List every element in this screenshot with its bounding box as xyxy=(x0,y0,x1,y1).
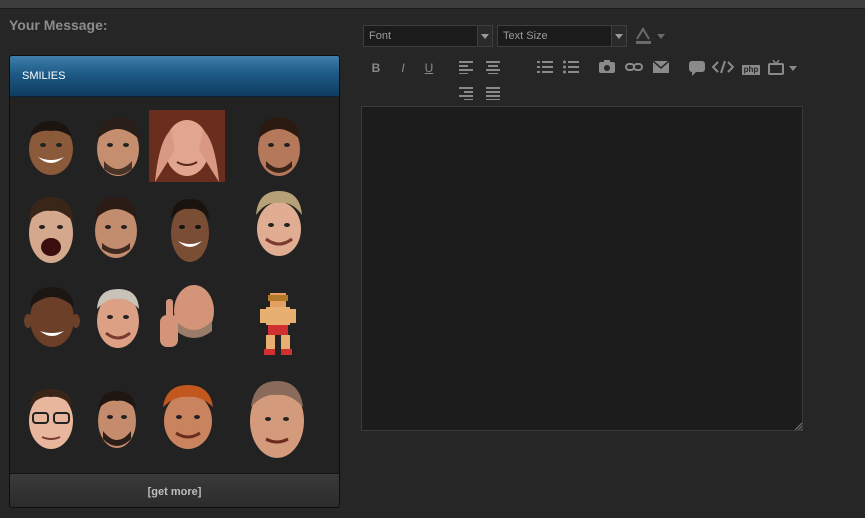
font-select-value: Font xyxy=(369,30,392,42)
smilie-11[interactable] xyxy=(158,281,218,357)
chevron-down-icon xyxy=(477,26,492,46)
message-label: Your Message: xyxy=(9,17,108,33)
top-border xyxy=(0,0,865,9)
smilies-panel: SMILIES [get more] xyxy=(9,55,340,508)
unordered-list-icon[interactable] xyxy=(562,59,580,77)
media-icon[interactable] xyxy=(768,59,800,77)
php-icon[interactable]: php xyxy=(741,59,761,77)
message-textarea[interactable] xyxy=(361,106,803,431)
smilie-1[interactable] xyxy=(24,115,78,179)
justify-icon[interactable] xyxy=(484,85,502,103)
smilies-footer: [get more] xyxy=(10,473,339,507)
get-more-link[interactable]: [get more] xyxy=(148,486,202,498)
smilie-4[interactable] xyxy=(254,113,304,179)
smilie-3[interactable] xyxy=(149,110,225,182)
smilie-2[interactable] xyxy=(92,111,144,179)
smilie-10[interactable] xyxy=(92,285,144,351)
smilies-title: SMILIES xyxy=(22,70,66,82)
link-icon[interactable] xyxy=(625,59,643,77)
smilie-7[interactable] xyxy=(166,193,214,265)
quote-icon[interactable] xyxy=(688,59,706,77)
smilie-8[interactable] xyxy=(252,189,306,259)
chevron-down-icon xyxy=(611,26,626,46)
email-icon[interactable] xyxy=(652,59,670,77)
align-center-icon[interactable] xyxy=(484,59,502,77)
text-size-select[interactable]: Text Size xyxy=(497,25,627,47)
bold-icon[interactable]: B xyxy=(367,59,385,77)
smilie-16[interactable] xyxy=(246,375,308,461)
smilies-grid xyxy=(10,97,339,473)
smilie-6[interactable] xyxy=(90,193,142,261)
align-left-icon[interactable] xyxy=(457,59,475,77)
smilie-15[interactable] xyxy=(158,383,218,453)
smilie-13[interactable] xyxy=(24,385,78,453)
font-select[interactable]: Font xyxy=(363,25,493,47)
php-icon-label: php xyxy=(741,65,761,75)
resize-grip-icon[interactable] xyxy=(794,422,802,430)
align-right-icon[interactable] xyxy=(457,85,475,103)
text-size-select-value: Text Size xyxy=(503,30,548,42)
ordered-list-icon[interactable] xyxy=(536,59,554,77)
code-icon[interactable] xyxy=(712,59,734,77)
italic-icon[interactable]: I xyxy=(394,59,412,77)
smilie-5[interactable] xyxy=(24,193,78,265)
text-color-icon[interactable] xyxy=(635,26,667,44)
underline-icon[interactable]: U xyxy=(420,59,438,77)
image-icon[interactable] xyxy=(598,59,616,77)
smilie-9[interactable] xyxy=(24,283,80,351)
smilie-12[interactable] xyxy=(258,293,298,355)
smilie-14[interactable] xyxy=(94,387,140,451)
